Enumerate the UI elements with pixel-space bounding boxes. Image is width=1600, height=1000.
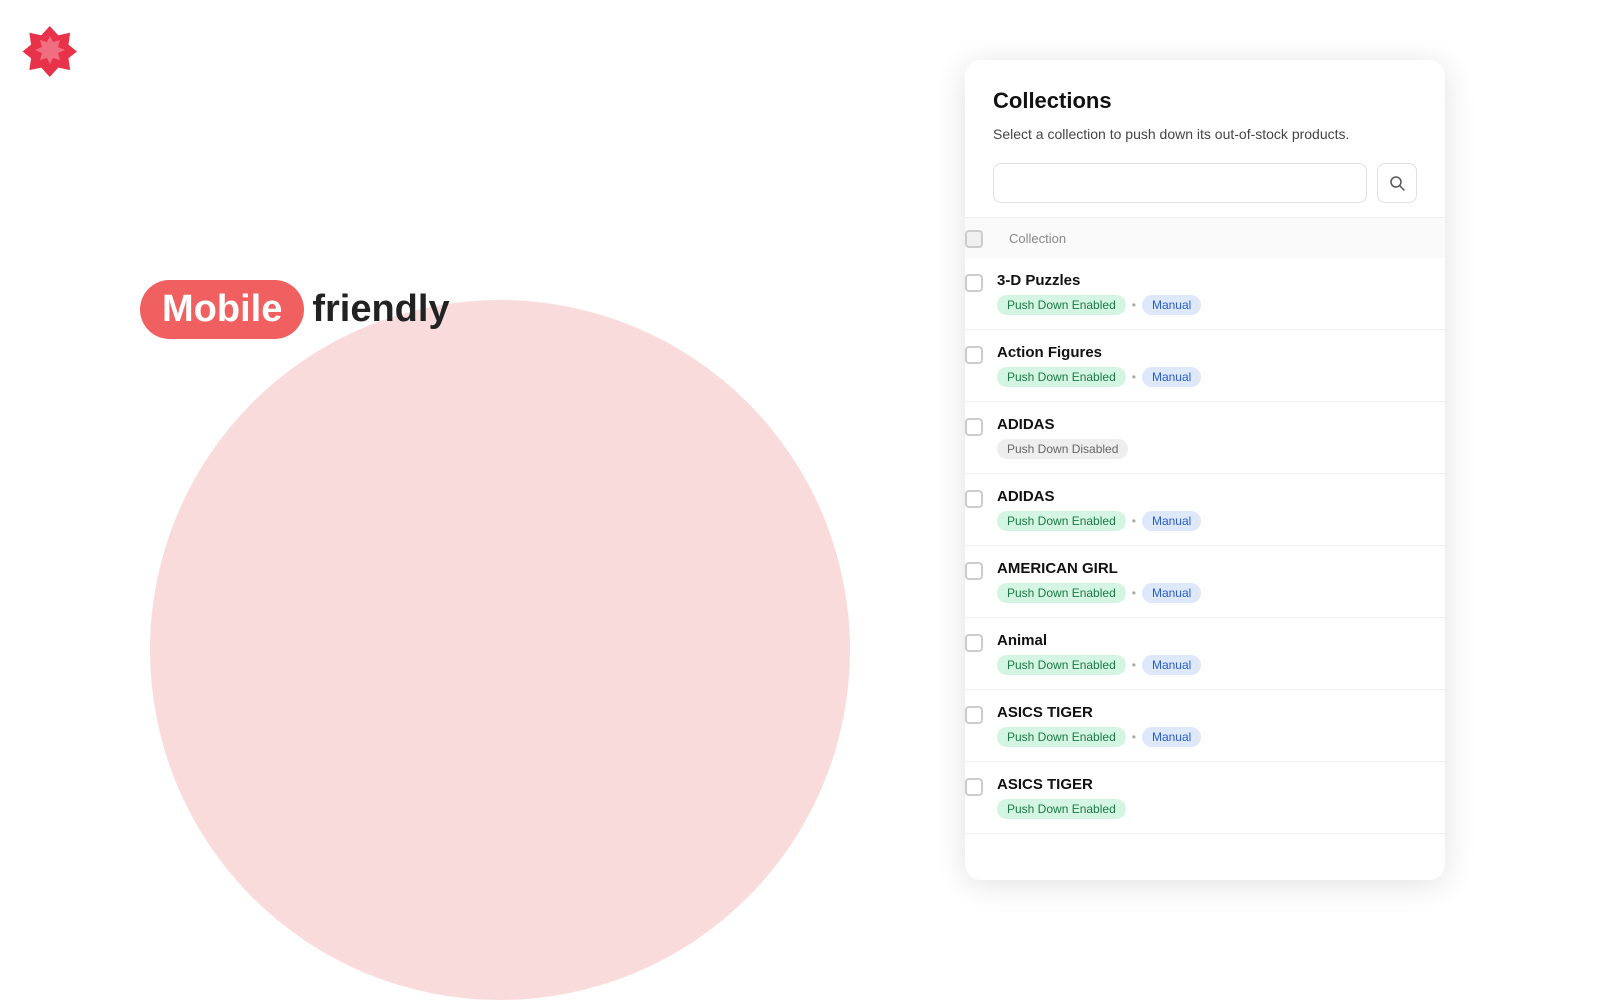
collection-badges: Push Down Enabled •Manual [997,583,1201,603]
mode-badge: Manual [1142,655,1201,675]
table-header: Collection [965,217,1445,258]
collection-badges: Push Down Enabled •Manual [997,367,1201,387]
list-item[interactable]: ADIDAS Push Down Disabled [965,402,1445,474]
select-all-checkbox[interactable] [965,230,983,248]
item-checkbox[interactable] [965,490,983,508]
collection-info: ASICS TIGER Push Down Enabled •Manual [997,704,1201,747]
collection-info: Animal Push Down Enabled •Manual [997,632,1201,675]
mode-badge: Manual [1142,727,1201,747]
table-header-collection: Collection [1009,231,1066,246]
collection-name: 3-D Puzzles [997,272,1201,289]
collection-badges: Push Down Enabled •Manual [997,727,1201,747]
status-badge: Push Down Enabled [997,511,1126,531]
list-item[interactable]: ASICS TIGER Push Down Enabled [965,762,1445,834]
item-checkbox[interactable] [965,346,983,364]
list-item[interactable]: AMERICAN GIRL Push Down Enabled •Manual [965,546,1445,618]
search-icon [1389,175,1405,191]
collection-name: ADIDAS [997,416,1128,433]
status-badge: Push Down Enabled [997,727,1126,747]
item-checkbox[interactable] [965,418,983,436]
panel-title: Collections [993,88,1417,114]
item-checkbox[interactable] [965,778,983,796]
collection-info: ADIDAS Push Down Disabled [997,416,1128,459]
status-badge: Push Down Enabled [997,367,1126,387]
list-item[interactable]: ASICS TIGER Push Down Enabled •Manual [965,690,1445,762]
collection-badges: Push Down Enabled •Manual [997,655,1201,675]
mode-badge: Manual [1142,295,1201,315]
item-checkbox[interactable] [965,706,983,724]
collection-name: ASICS TIGER [997,704,1201,721]
collection-info: 3-D Puzzles Push Down Enabled •Manual [997,272,1201,315]
collection-name: AMERICAN GIRL [997,560,1201,577]
search-button[interactable] [1377,163,1417,203]
hero-friendly-label: friendly [312,288,449,331]
status-badge: Push Down Enabled [997,295,1126,315]
collection-info: ASICS TIGER Push Down Enabled [997,776,1126,819]
collection-badges: Push Down Enabled •Manual [997,511,1201,531]
hero-section: Mobile friendly [140,280,450,339]
item-checkbox[interactable] [965,274,983,292]
list-item[interactable]: ADIDAS Push Down Enabled •Manual [965,474,1445,546]
background-decoration [150,300,850,1000]
collections-panel: Collections Select a collection to push … [965,60,1445,880]
list-item[interactable]: Animal Push Down Enabled •Manual [965,618,1445,690]
collection-name: Action Figures [997,344,1201,361]
item-checkbox[interactable] [965,562,983,580]
collection-info: Action Figures Push Down Enabled •Manual [997,344,1201,387]
panel-description: Select a collection to push down its out… [993,124,1417,145]
collection-name: ASICS TIGER [997,776,1126,793]
collection-name: Animal [997,632,1201,649]
collection-name: ADIDAS [997,488,1201,505]
status-badge: Push Down Enabled [997,583,1126,603]
search-input[interactable] [993,163,1367,203]
status-badge: Push Down Enabled [997,799,1126,819]
collection-info: ADIDAS Push Down Enabled •Manual [997,488,1201,531]
mode-badge: Manual [1142,583,1201,603]
search-row [993,163,1417,203]
list-item[interactable]: Action Figures Push Down Enabled •Manual [965,330,1445,402]
collection-badges: Push Down Enabled [997,799,1126,819]
collection-info: AMERICAN GIRL Push Down Enabled •Manual [997,560,1201,603]
collection-list[interactable]: 3-D Puzzles Push Down Enabled •Manual Ac… [965,258,1445,880]
status-badge: Push Down Enabled [997,655,1126,675]
status-badge: Push Down Disabled [997,439,1128,459]
app-logo [20,20,80,85]
hero-mobile-label: Mobile [140,280,304,339]
collection-badges: Push Down Enabled •Manual [997,295,1201,315]
mode-badge: Manual [1142,511,1201,531]
mode-badge: Manual [1142,367,1201,387]
collection-badges: Push Down Disabled [997,439,1128,459]
item-checkbox[interactable] [965,634,983,652]
list-item[interactable]: 3-D Puzzles Push Down Enabled •Manual [965,258,1445,330]
